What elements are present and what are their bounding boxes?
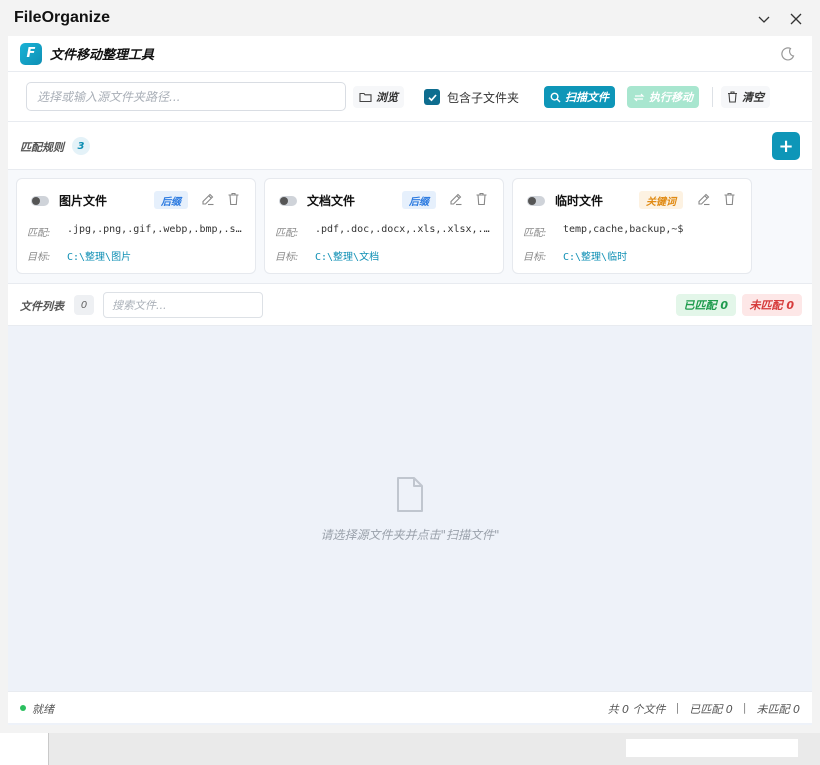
rules-count-badge: 3 bbox=[72, 137, 90, 155]
swap-icon bbox=[633, 93, 645, 101]
search-files-input[interactable] bbox=[103, 292, 263, 318]
rules-list: 图片文件 后缀 匹配: .jpg,.png,.gif,.webp,.bmp,.s… bbox=[8, 170, 812, 284]
toolbar-divider bbox=[712, 87, 713, 107]
clear-label: 清空 bbox=[742, 91, 764, 104]
files-section-title: 文件列表 bbox=[20, 300, 64, 313]
trash-icon[interactable] bbox=[227, 192, 241, 206]
browse-button[interactable]: 浏览 bbox=[353, 86, 404, 108]
file-icon bbox=[394, 476, 426, 514]
target-key: 目标: bbox=[523, 252, 547, 263]
moon-icon[interactable] bbox=[780, 46, 796, 62]
rule-type-badge: 后缀 bbox=[402, 191, 436, 209]
edit-icon[interactable] bbox=[449, 192, 463, 206]
status-bar: 就绪 共 0 个文件 | 已匹配 0 | 未匹配 0 bbox=[8, 691, 812, 723]
rule-match-value: temp,cache,backup,~$ bbox=[563, 224, 684, 235]
rule-toggle[interactable] bbox=[31, 196, 49, 206]
status-unmatched: 未匹配 0 bbox=[756, 703, 801, 716]
empty-state-text: 请选择源文件夹并点击"扫描文件" bbox=[320, 528, 500, 542]
matched-filter-pill[interactable]: 已匹配 0 bbox=[675, 294, 736, 316]
rules-header: 匹配规则 3 + bbox=[8, 122, 812, 170]
match-key: 匹配: bbox=[27, 228, 51, 239]
minimize-chevron-icon[interactable] bbox=[753, 8, 775, 30]
status-separator: | bbox=[742, 701, 747, 714]
source-path-input[interactable] bbox=[26, 82, 346, 111]
add-rule-button[interactable]: + bbox=[772, 132, 800, 160]
app-window: F 文件移动整理工具 浏览 包含子文件夹 扫描文件 执行移动 清空 bbox=[8, 36, 812, 725]
include-subfolders-label: 包含子文件夹 bbox=[447, 90, 520, 105]
rule-target-value: C:\整理\临时 bbox=[563, 252, 628, 263]
files-header: 文件列表 0 已匹配 0 未匹配 0 bbox=[8, 284, 812, 326]
execute-move-button[interactable]: 执行移动 bbox=[627, 86, 699, 108]
edit-icon[interactable] bbox=[697, 192, 711, 206]
target-key: 目标: bbox=[275, 252, 299, 263]
trash-icon bbox=[728, 91, 737, 103]
taskbar-field[interactable] bbox=[626, 739, 798, 757]
rule-toggle[interactable] bbox=[279, 196, 297, 206]
folder-icon bbox=[359, 92, 372, 103]
rule-match-row: 匹配: .pdf,.doc,.docx,.xls,.xlsx,.ppt bbox=[275, 224, 495, 239]
rule-type-badge: 关键词 bbox=[639, 191, 683, 209]
trash-icon[interactable] bbox=[475, 192, 489, 206]
status-text: 就绪 bbox=[32, 703, 54, 716]
rule-toggle[interactable] bbox=[527, 196, 545, 206]
scan-files-button[interactable]: 扫描文件 bbox=[544, 86, 615, 108]
rule-name: 图片文件 bbox=[59, 194, 108, 208]
include-subfolders-checkbox[interactable]: 包含子文件夹 bbox=[424, 86, 519, 108]
rule-card: 临时文件 关键词 匹配: temp,cache,backup,~$ 目标: C:… bbox=[512, 178, 752, 274]
rule-target-row: 目标: C:\整理\临时 bbox=[523, 248, 743, 263]
rule-match-row: 匹配: .jpg,.png,.gif,.webp,.bmp,.svg bbox=[27, 224, 247, 239]
app-header: F 文件移动整理工具 bbox=[8, 36, 812, 72]
rule-target-value: C:\整理\文档 bbox=[315, 252, 380, 263]
clear-button[interactable]: 清空 bbox=[721, 86, 770, 108]
rule-match-row: 匹配: temp,cache,backup,~$ bbox=[523, 224, 743, 239]
rule-match-value: .jpg,.png,.gif,.webp,.bmp,.svg bbox=[67, 224, 247, 235]
browse-label: 浏览 bbox=[376, 91, 398, 104]
edit-icon[interactable] bbox=[201, 192, 215, 206]
search-icon bbox=[550, 92, 561, 102]
rule-target-row: 目标: C:\整理\文档 bbox=[275, 248, 495, 263]
status-dot-icon bbox=[20, 705, 26, 711]
match-key: 匹配: bbox=[523, 228, 547, 239]
target-key: 目标: bbox=[27, 252, 51, 263]
taskbar-left bbox=[0, 733, 48, 765]
rule-name: 临时文件 bbox=[555, 194, 604, 208]
status-summary: 共 0 个文件 | 已匹配 0 | 未匹配 0 bbox=[608, 701, 800, 717]
title-bar: FileOrganize bbox=[0, 0, 820, 36]
file-list-area: 请选择源文件夹并点击"扫描文件" bbox=[8, 326, 812, 691]
checkbox-checked-icon bbox=[424, 89, 440, 105]
rule-target-row: 目标: C:\整理\图片 bbox=[27, 248, 247, 263]
match-key: 匹配: bbox=[275, 228, 299, 239]
rule-target-value: C:\整理\图片 bbox=[67, 252, 132, 263]
rule-type-badge: 后缀 bbox=[154, 191, 188, 209]
window-title: FileOrganize bbox=[14, 9, 111, 26]
execute-move-label: 执行移动 bbox=[649, 91, 693, 104]
unmatched-filter-pill[interactable]: 未匹配 0 bbox=[741, 294, 802, 316]
rule-card: 图片文件 后缀 匹配: .jpg,.png,.gif,.webp,.bmp,.s… bbox=[16, 178, 256, 274]
status-matched: 已匹配 0 bbox=[689, 703, 733, 716]
app-title: 文件移动整理工具 bbox=[50, 48, 155, 63]
rules-section-title: 匹配规则 bbox=[20, 141, 64, 154]
trash-icon[interactable] bbox=[723, 192, 737, 206]
toolbar: 浏览 包含子文件夹 扫描文件 执行移动 清空 bbox=[8, 72, 812, 122]
rule-match-value: .pdf,.doc,.docx,.xls,.xlsx,.ppt bbox=[315, 224, 495, 235]
files-count-badge: 0 bbox=[74, 295, 94, 315]
status-total: 共 0 个文件 bbox=[607, 703, 666, 716]
close-icon[interactable] bbox=[785, 8, 807, 30]
status-separator: | bbox=[675, 701, 680, 714]
app-logo: F bbox=[20, 42, 42, 65]
rule-card: 文档文件 后缀 匹配: .pdf,.doc,.docx,.xls,.xlsx,.… bbox=[264, 178, 504, 274]
scan-files-label: 扫描文件 bbox=[565, 91, 609, 104]
rule-name: 文档文件 bbox=[307, 194, 356, 208]
